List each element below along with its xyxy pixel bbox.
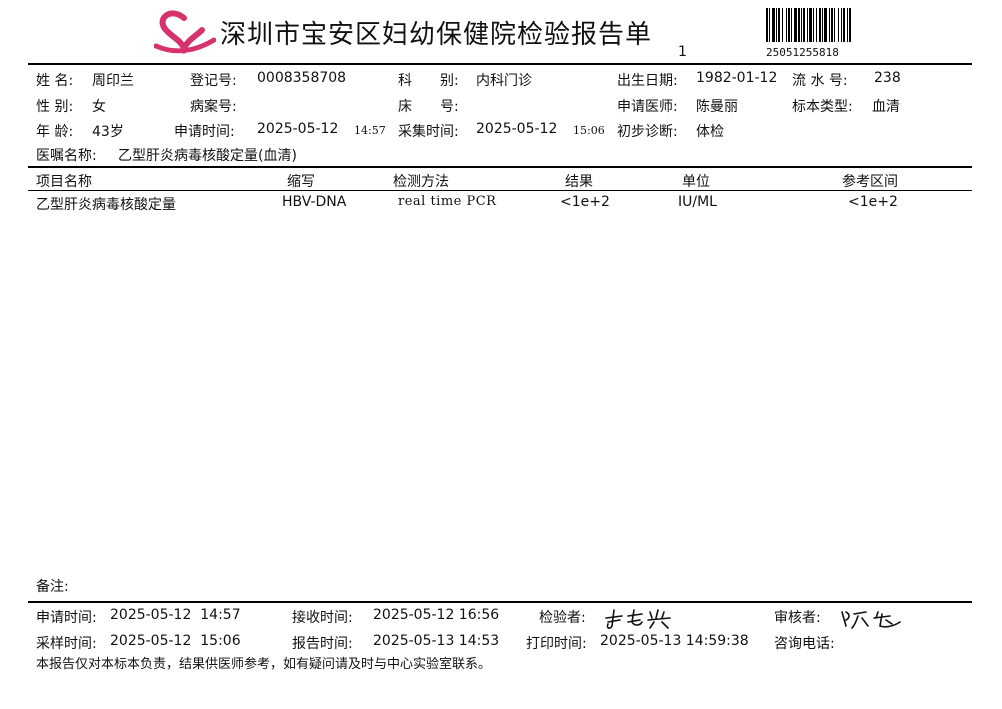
footer-report-label: 报告时间:	[292, 636, 353, 652]
footer-report-value: 2025-05-13 14:53	[373, 633, 500, 649]
col-header-item: 项目名称	[36, 174, 92, 190]
footer-sample-value: 2025-05-12 15:06	[110, 633, 241, 649]
bed-label: 床 号:	[398, 99, 459, 115]
dept-label: 科 别:	[398, 73, 459, 89]
collect-time-label: 采集时间:	[398, 124, 459, 140]
reviewer-label: 审核者:	[774, 610, 821, 626]
collect-time: 15:06	[573, 124, 605, 137]
col-header-method: 检测方法	[393, 174, 449, 190]
sex-label: 性 别:	[36, 99, 74, 115]
footer-receive-label: 接收时间:	[292, 610, 353, 626]
specimen-label: 标本类型:	[792, 99, 853, 115]
serial-value: 238	[874, 70, 901, 86]
footer-sample-label: 采样时间:	[36, 636, 97, 652]
footer-divider	[28, 601, 972, 603]
hospital-logo	[154, 10, 216, 54]
apply-time-label: 申请时间:	[174, 124, 235, 140]
apply-date: 2025-05-12	[257, 121, 339, 137]
phone-label: 咨询电话:	[774, 636, 835, 652]
case-label: 病案号:	[190, 99, 237, 115]
dept-value: 内科门诊	[476, 73, 532, 89]
col-header-abbr: 缩写	[287, 174, 315, 190]
report-title: 深圳市宝安区妇幼保健院检验报告单	[220, 20, 653, 50]
remarks-label: 备注:	[36, 579, 69, 595]
tester-signature	[605, 609, 671, 629]
footer-print-value: 2025-05-13 14:59:38	[600, 633, 749, 649]
table-row-unit: IU/ML	[678, 194, 717, 210]
age-value: 43岁	[92, 124, 124, 140]
table-row-range: <1e+2	[848, 194, 898, 210]
diagnosis-value: 体检	[696, 124, 724, 140]
serial-label: 流 水 号:	[792, 73, 848, 89]
doctor-label: 申请医师:	[617, 99, 678, 115]
barcode	[766, 8, 852, 42]
footer-apply-value: 2025-05-12 14:57	[110, 607, 241, 623]
col-header-result: 结果	[565, 174, 593, 190]
reg-label: 登记号:	[190, 73, 237, 89]
diagnosis-label: 初步诊断:	[617, 124, 678, 140]
disclaimer: 本报告仅对本标本负责，结果供医师参考，如有疑问请及时与中心实验室联系。	[36, 657, 492, 672]
table-row-item: 乙型肝炎病毒核酸定量	[36, 197, 176, 213]
specimen-value: 血清	[872, 99, 900, 115]
table-header-divider	[28, 190, 972, 191]
apply-time: 14:57	[354, 124, 386, 137]
footer-receive-value: 2025-05-12 16:56	[373, 607, 500, 623]
dob-label: 出生日期:	[617, 73, 678, 89]
table-row-abbr: HBV-DNA	[282, 194, 347, 210]
table-row-method: real time PCR	[398, 194, 497, 209]
page-number: 1	[678, 44, 687, 60]
reviewer-signature	[841, 611, 901, 629]
col-header-unit: 单位	[682, 174, 710, 190]
col-header-range: 参考区间	[842, 174, 898, 190]
patient-name: 周印兰	[92, 73, 134, 89]
dob-value: 1982-01-12	[696, 70, 778, 86]
age-label: 年 龄:	[36, 124, 74, 140]
order-value: 乙型肝炎病毒核酸定量(血清)	[118, 148, 297, 164]
name-label: 姓 名:	[36, 73, 74, 89]
header-divider	[28, 63, 972, 65]
order-label: 医嘱名称:	[36, 148, 97, 164]
footer-apply-label: 申请时间:	[36, 610, 97, 626]
sex-value: 女	[92, 99, 106, 115]
doctor-value: 陈曼丽	[696, 99, 738, 115]
tester-label: 检验者:	[539, 610, 586, 626]
table-top-divider	[28, 166, 972, 168]
collect-date: 2025-05-12	[476, 121, 558, 137]
reg-number: 0008358708	[257, 70, 347, 86]
barcode-number: 25051255818	[766, 46, 839, 59]
table-row-result: <1e+2	[560, 194, 610, 210]
barcode-bar	[851, 8, 852, 42]
footer-print-label: 打印时间:	[526, 636, 587, 652]
